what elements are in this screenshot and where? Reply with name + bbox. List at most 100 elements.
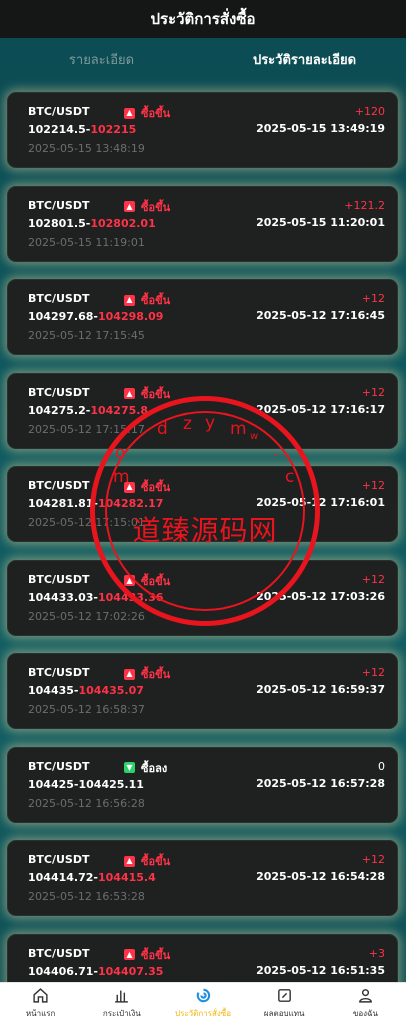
order-direction-label: ซื้อขึ้น bbox=[141, 200, 171, 214]
order-prices: 104425-104425.11 bbox=[28, 778, 144, 791]
nav-wallet[interactable]: กระเป๋าเงิน bbox=[81, 983, 162, 1024]
page-title: ประวัติการสั่งซื้อ bbox=[150, 10, 256, 28]
order-open-price: 104414.72- bbox=[28, 871, 98, 884]
order-prices: 102214.5-102215 bbox=[28, 123, 136, 136]
arrow-down-icon: ▼ bbox=[124, 762, 135, 773]
app-header: ประวัติการสั่งซื้อ bbox=[0, 0, 406, 38]
nav-home[interactable]: หน้าแรก bbox=[0, 983, 81, 1024]
order-profit: +12 bbox=[361, 479, 385, 492]
order-direction-label: ซื้อขึ้น bbox=[141, 668, 171, 681]
order-card[interactable]: BTC/USDT ▲ ซื้อขึ้น 102214.5-102215 2025-05-… bbox=[7, 92, 398, 168]
order-close-price: 104298.09 bbox=[97, 310, 164, 323]
order-direction-label: ซื้อขึ้น bbox=[141, 948, 171, 962]
order-profit: +12 bbox=[361, 853, 385, 866]
order-close-price: 102802.01 bbox=[90, 216, 156, 230]
order-pair: BTC/USDT bbox=[28, 946, 90, 960]
nav-order-history[interactable]: ประวัติการสั่งซื้อ bbox=[162, 983, 243, 1024]
order-direction: ▼ ซื้อลง bbox=[124, 759, 167, 777]
order-open-price: 104433.03- bbox=[28, 590, 98, 604]
order-close-time: 2025-05-12 16:51:35 bbox=[256, 963, 385, 977]
order-card[interactable]: BTC/USDT ▼ ซื้อลง 104425-104425.11 2025-05-1… bbox=[7, 746, 398, 823]
order-pair: BTC/USDT bbox=[28, 666, 90, 679]
arrow-up-icon: ▲ bbox=[124, 388, 135, 399]
order-direction-label: ซื้อขึ้น bbox=[141, 855, 171, 868]
bottom-nav: หน้าแรก กระเป๋าเงิน ประวัติการสั่งซื้อ ผ… bbox=[0, 982, 406, 1024]
order-prices: 104414.72-104415.4 bbox=[28, 871, 156, 884]
order-prices: 104297.68-104298.09 bbox=[28, 310, 163, 323]
order-close-price: 104415.4 bbox=[97, 871, 156, 884]
order-direction: ▲ ซื้อขึ้น bbox=[124, 385, 170, 403]
order-direction: ▲ ซื้อขึ้น bbox=[124, 852, 170, 870]
order-profit: +12 bbox=[361, 292, 385, 305]
nav-returns-label: ผลตอบแทน bbox=[263, 1009, 305, 1018]
order-prices: 104433.03-104433.36 bbox=[28, 591, 163, 604]
order-card[interactable]: BTC/USDT ▲ ซื้อขึ้น 104275.2-104275.8 2025-0… bbox=[7, 372, 398, 449]
arrow-up-icon: ▲ bbox=[124, 294, 135, 306]
order-open-time: 2025-05-15 11:19:01 bbox=[28, 235, 145, 249]
order-pair: BTC/USDT bbox=[28, 572, 90, 586]
order-close-time: 2025-05-12 17:16:45 bbox=[256, 309, 385, 322]
order-direction: ▲ ซื้อขึ้น bbox=[124, 946, 170, 964]
arrow-up-icon: ▲ bbox=[124, 107, 135, 119]
order-pair: BTC/USDT bbox=[28, 292, 90, 305]
order-open-time: 2025-05-12 17:15:01 bbox=[28, 516, 145, 529]
order-direction: ▲ ซื้อขึ้น bbox=[124, 104, 170, 122]
order-pair: BTC/USDT bbox=[28, 853, 90, 866]
order-pair: BTC/USDT bbox=[28, 105, 90, 118]
order-direction-label: ซื้อขึ้น bbox=[141, 574, 171, 588]
order-profit: +121.2 bbox=[344, 198, 385, 212]
order-close-price: 102215 bbox=[90, 123, 137, 136]
order-direction: ▲ ซื้อขึ้น bbox=[124, 478, 170, 496]
order-close-price: 104433.36 bbox=[97, 590, 164, 604]
nav-mine[interactable]: ของฉัน bbox=[325, 983, 406, 1024]
arrow-up-icon: ▲ bbox=[124, 201, 135, 212]
nav-returns[interactable]: ผลตอบแทน bbox=[244, 983, 325, 1024]
order-prices: 104275.2-104275.8 bbox=[28, 404, 148, 417]
order-close-time: 2025-05-12 17:16:01 bbox=[256, 496, 385, 509]
arrow-up-icon: ▲ bbox=[124, 575, 135, 586]
order-open-price: 104435- bbox=[28, 684, 79, 697]
order-card[interactable]: BTC/USDT ▲ ซื้อขึ้น 104433.03-104433.36 2025… bbox=[7, 559, 398, 636]
order-close-time: 2025-05-12 17:03:26 bbox=[256, 589, 385, 603]
order-pair: BTC/USDT bbox=[28, 759, 90, 773]
order-open-time: 2025-05-12 17:15:45 bbox=[28, 329, 145, 342]
order-card[interactable]: BTC/USDT ▲ ซื้อขึ้น 102801.5-102802.01 2025-… bbox=[7, 185, 398, 262]
order-profit: +3 bbox=[368, 946, 385, 960]
nav-order-history-label: ประวัติการสั่งซื้อ bbox=[175, 1009, 232, 1018]
order-open-price: 104297.68- bbox=[28, 310, 98, 323]
order-open-time: 2025-05-12 17:02:26 bbox=[28, 609, 145, 623]
order-card[interactable]: BTC/USDT ▲ ซื้อขึ้น 104281.81-104282.17 2025… bbox=[7, 466, 398, 542]
order-close-time: 2025-05-12 16:59:37 bbox=[256, 683, 385, 696]
order-direction: ▲ ซื้อขึ้น bbox=[124, 291, 170, 309]
order-close-time: 2025-05-12 17:16:17 bbox=[256, 402, 385, 416]
arrow-up-icon: ▲ bbox=[124, 668, 135, 680]
order-pair: BTC/USDT bbox=[28, 385, 90, 399]
order-direction-label: ซื้อขึ้น bbox=[141, 481, 171, 494]
tab-detail-history[interactable]: ประวัติรายละเอียด bbox=[203, 38, 406, 80]
order-open-time: 2025-05-12 16:56:28 bbox=[28, 796, 145, 810]
order-prices: 102801.5-102802.01 bbox=[28, 217, 156, 230]
order-direction: ▲ ซื้อขึ้น bbox=[124, 572, 170, 590]
order-open-price: 104425- bbox=[28, 777, 79, 791]
tab-details[interactable]: รายละเอียด bbox=[0, 38, 203, 80]
order-close-time: 2025-05-15 11:20:01 bbox=[256, 215, 385, 229]
order-card[interactable]: BTC/USDT ▲ ซื้อขึ้น 104435-104435.07 2025-05… bbox=[7, 653, 398, 729]
order-direction-label: ซื้อขึ้น bbox=[141, 294, 171, 307]
order-close-price: 104275.8 bbox=[90, 403, 149, 417]
order-direction-label: ซื้อลง bbox=[141, 761, 168, 775]
arrow-up-icon: ▲ bbox=[124, 949, 135, 960]
order-prices: 104281.81-104282.17 bbox=[28, 497, 163, 510]
order-open-price: 104406.71- bbox=[28, 964, 98, 978]
order-open-price: 102214.5- bbox=[28, 123, 91, 136]
order-prices: 104435-104435.07 bbox=[28, 684, 144, 697]
edit-box-icon bbox=[277, 989, 291, 1002]
nav-wallet-label: กระเป๋าเงิน bbox=[102, 1009, 141, 1018]
tab-bar: รายละเอียด ประวัติรายละเอียด bbox=[0, 38, 406, 80]
nav-home-label: หน้าแรก bbox=[25, 1009, 56, 1018]
order-close-price: 104407.35 bbox=[97, 964, 164, 978]
order-pair: BTC/USDT bbox=[28, 198, 90, 212]
order-close-time: 2025-05-15 13:49:19 bbox=[256, 122, 385, 135]
order-open-price: 102801.5- bbox=[28, 216, 91, 230]
order-card[interactable]: BTC/USDT ▲ ซื้อขึ้น 104414.72-104415.4 2025-… bbox=[7, 840, 398, 916]
order-card[interactable]: BTC/USDT ▲ ซื้อขึ้น 104297.68-104298.09 2025… bbox=[7, 279, 398, 355]
